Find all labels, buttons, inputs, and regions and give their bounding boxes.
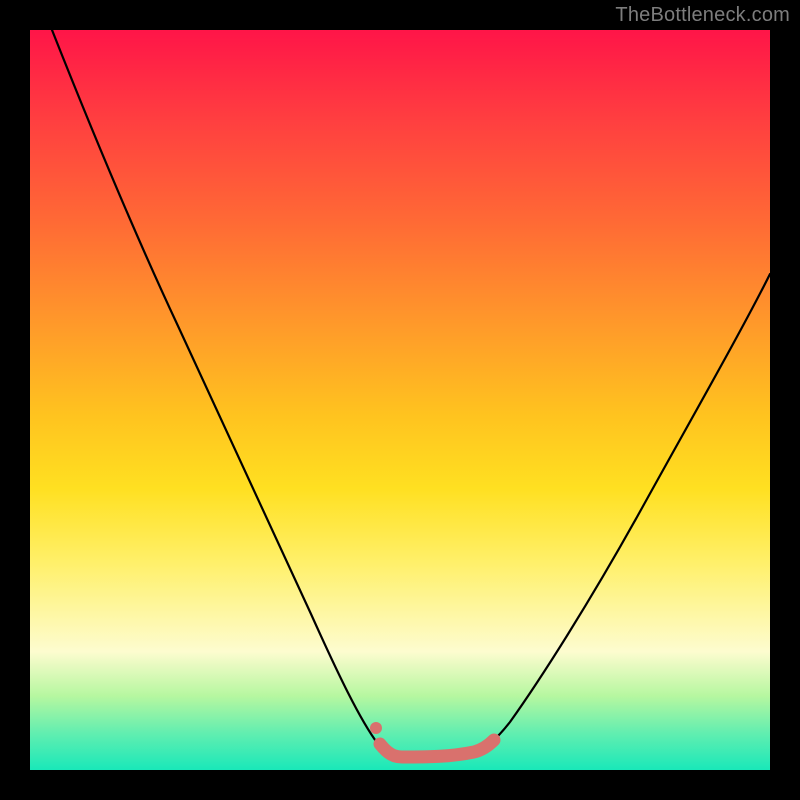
curve-layer: [30, 30, 770, 770]
watermark-text: TheBottleneck.com: [615, 4, 790, 27]
highlight-segment: [380, 740, 494, 757]
plot-area: [30, 30, 770, 770]
highlight-start-dot: [370, 722, 382, 734]
chart-frame: TheBottleneck.com: [0, 0, 800, 800]
bottleneck-curve: [52, 30, 770, 757]
